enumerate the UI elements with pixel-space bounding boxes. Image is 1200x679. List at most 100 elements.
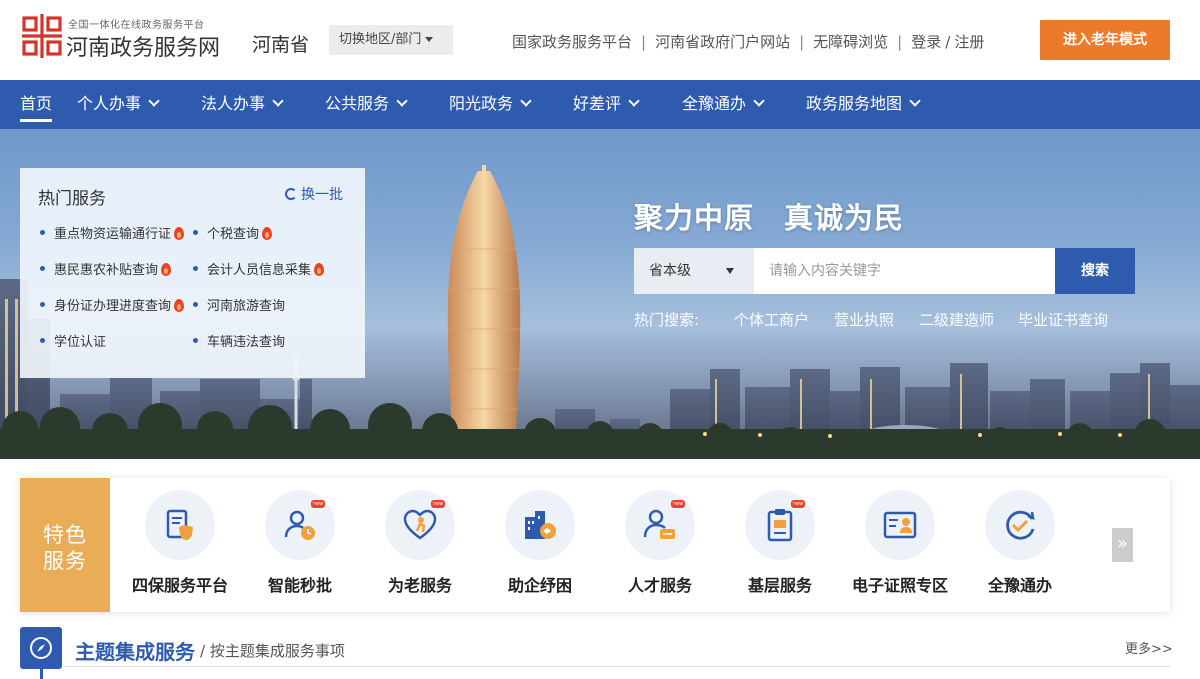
nav-personal[interactable]: 个人办事 [77, 80, 160, 129]
elder-mode-button[interactable]: 进入老年模式 [1040, 20, 1170, 60]
tab-indicator [40, 669, 43, 679]
chevron-down-icon [396, 95, 408, 107]
logo-subtitle: 全国一体化在线政务服务平台 [68, 20, 205, 31]
feature-icon-circle [865, 490, 935, 560]
feature-four-guarantees[interactable]: 四保服务平台 [125, 478, 235, 612]
feature-enterprise-relief[interactable]: 助企纾困 [485, 478, 595, 612]
building-handshake-icon [525, 511, 556, 539]
national-platform-link[interactable]: 国家政务服务平台 [512, 31, 632, 52]
compass-icon [20, 627, 62, 669]
divider: | [897, 32, 903, 51]
feature-grassroots-service[interactable]: new 基层服务 [725, 478, 835, 612]
chevron-down-icon [909, 95, 921, 107]
accessibility-link[interactable]: 无障碍浏览 [813, 31, 888, 52]
chevron-down-icon [753, 95, 765, 107]
login-link[interactable]: 登录 [911, 31, 941, 52]
hot-service-label: 重点物资运输通行证 [54, 227, 172, 242]
feature-icon-circle [505, 490, 575, 560]
top-links: 国家政务服务平台 | 河南省政府门户网站 | 无障碍浏览 | 登录 / 注册 [512, 31, 984, 52]
nav-label: 阳光政务 [449, 94, 514, 113]
caret-down-icon [425, 37, 434, 42]
user-clock-icon [284, 510, 315, 540]
hot-service-item[interactable]: 重点物资运输通行证 [40, 223, 185, 242]
fire-icon [174, 299, 185, 312]
check-circle-icon [1006, 510, 1035, 540]
hot-service-item[interactable]: 身份证办理进度查询 [40, 295, 185, 314]
feature-elderly-service[interactable]: new 为老服务 [365, 478, 475, 612]
hot-search-link[interactable]: 二级建造师 [919, 309, 994, 330]
nav-label: 政务服务地图 [806, 94, 903, 113]
hot-service-label: 河南旅游查询 [207, 299, 286, 314]
theme-more-link[interactable]: 更多>> [1125, 638, 1173, 657]
feature-icon-circle [985, 490, 1055, 560]
refresh-button[interactable]: 换一批 [285, 184, 343, 204]
hot-service-item[interactable]: 学位认证 [40, 331, 106, 350]
feature-label: 人才服务 [627, 576, 692, 595]
nav-open-gov[interactable]: 阳光政务 [449, 80, 532, 129]
switch-region-label: 切换地区/部门 [339, 32, 422, 47]
featured-services-label: 特色 服务 [20, 478, 110, 612]
search-button[interactable]: 搜索 [1055, 248, 1135, 294]
refresh-icon [285, 188, 297, 200]
new-badge: new [671, 500, 685, 508]
divider: / [945, 32, 951, 51]
nav-service-map[interactable]: 政务服务地图 [806, 80, 921, 129]
chevron-down-icon [148, 95, 160, 107]
feature-e-license[interactable]: 电子证照专区 [845, 478, 955, 612]
feature-label: 全豫通办 [987, 576, 1052, 595]
fire-icon [314, 263, 325, 276]
hot-service-item[interactable]: 河南旅游查询 [193, 295, 285, 314]
banner-slogan: 聚力中原 真诚为民 [634, 201, 905, 235]
feature-province-wide[interactable]: 全豫通办 [965, 478, 1075, 612]
henan-logo-icon[interactable] [22, 14, 62, 58]
switch-region-button[interactable]: 切换地区/部门 [329, 25, 453, 55]
nav-home[interactable]: 首页 [20, 80, 53, 129]
nav-label: 个人办事 [77, 94, 142, 113]
feature-talent-service[interactable]: new 人才服务 [605, 478, 715, 612]
document-shield-icon [166, 509, 193, 540]
feature-label: 四保服务平台 [131, 576, 228, 595]
hot-service-item[interactable]: 个税查询 [193, 223, 273, 242]
nav-label: 好差评 [573, 94, 622, 113]
feature-label: 助企纾困 [507, 576, 572, 595]
site-title[interactable]: 河南政务服务网 [66, 30, 220, 62]
search-level-select[interactable]: 省本级 [634, 248, 754, 294]
chevron-down-icon [628, 95, 640, 107]
register-link[interactable]: 注册 [954, 31, 984, 52]
hot-service-item[interactable]: 会计人员信息采集 [193, 259, 325, 278]
search-input[interactable] [754, 248, 1055, 294]
feature-label: 智能秒批 [267, 576, 332, 595]
site-header: 全国一体化在线政务服务平台 河南政务服务网 河南省 切换地区/部门 国家政务服务… [0, 0, 1200, 80]
featured-label-line: 服务 [43, 549, 87, 573]
main-nav: 首页 个人办事 法人办事 公共服务 阳光政务 好差评 全豫通办 政务服务地图 [0, 80, 1200, 129]
new-badge: new [311, 500, 325, 508]
next-arrow-button[interactable]: » [1112, 528, 1133, 562]
fire-icon [262, 227, 273, 240]
hot-search-link[interactable]: 营业执照 [834, 309, 894, 330]
nav-evaluation[interactable]: 好差评 [573, 80, 640, 129]
hot-service-label: 身份证办理进度查询 [54, 299, 172, 314]
nav-label: 法人办事 [201, 94, 266, 113]
hot-services-panel: 热门服务 换一批 重点物资运输通行证 个税查询 惠民惠农补贴查询 会计人员信息采… [20, 168, 365, 378]
feature-label: 基层服务 [747, 576, 812, 595]
hot-service-label: 学位认证 [54, 335, 107, 350]
feature-label: 为老服务 [387, 576, 452, 595]
clipboard-icon [767, 509, 793, 542]
hot-service-item[interactable]: 惠民惠农补贴查询 [40, 259, 172, 278]
hot-service-item[interactable]: 车辆违法查询 [193, 331, 285, 350]
feature-smart-approval[interactable]: new 智能秒批 [245, 478, 355, 612]
hot-search-link[interactable]: 毕业证书查询 [1018, 309, 1108, 330]
nav-label: 首页 [20, 94, 53, 113]
nav-corporate[interactable]: 法人办事 [201, 80, 284, 129]
hero-banner: 热门服务 换一批 重点物资运输通行证 个税查询 惠民惠农补贴查询 会计人员信息采… [0, 129, 1200, 459]
hot-services-title: 热门服务 [38, 189, 106, 209]
hot-service-label: 车辆违法查询 [207, 335, 286, 350]
feature-label: 电子证照专区 [851, 576, 948, 595]
divider: | [799, 32, 805, 51]
hot-search-label: 热门搜索: [634, 311, 700, 329]
nav-province-wide[interactable]: 全豫通办 [682, 80, 765, 129]
gov-portal-link[interactable]: 河南省政府门户网站 [655, 31, 790, 52]
nav-public-service[interactable]: 公共服务 [325, 80, 408, 129]
new-badge: new [431, 500, 445, 508]
hot-search-link[interactable]: 个体工商户 [734, 309, 809, 330]
